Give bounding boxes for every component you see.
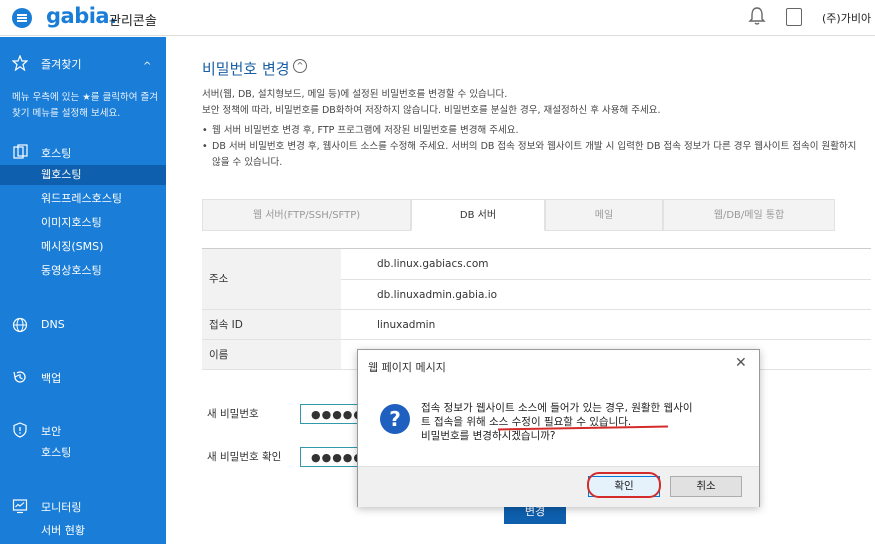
user-name[interactable]: (주)가비아 xyxy=(822,10,871,26)
close-icon[interactable]: ✕ xyxy=(735,355,747,371)
sidebar-item-wordpress-hosting[interactable]: 워드프레스호스팅 xyxy=(0,189,166,209)
chevron-up-icon[interactable]: ^ xyxy=(143,61,151,72)
address-label: 주소 xyxy=(202,249,341,310)
sidebar-item-messaging[interactable]: 메시징(SMS) xyxy=(0,237,166,257)
sidebar-favorites[interactable]: 즐겨찾기 xyxy=(41,56,81,72)
gabia-logo[interactable]: gabia. xyxy=(46,4,117,28)
console-label: 관리콘솔 xyxy=(109,14,157,29)
confirm-password-label: 새 비밀번호 확인 xyxy=(207,451,282,463)
description-line: 보안 정책에 따라, 비밀번호를 DB화하여 저장하지 않습니다. 비밀번호를 … xyxy=(202,105,661,116)
sidebar-item-image-hosting[interactable]: 이미지호스팅 xyxy=(0,213,166,233)
sidebar-item-web-hosting[interactable]: 웹호스팅 xyxy=(0,165,166,185)
shield-icon xyxy=(13,422,27,438)
id-value: linuxadmin xyxy=(341,310,871,340)
document-icon[interactable] xyxy=(786,8,802,26)
bullet-item: • DB 서버 비밀번호 변경 후, 웹사이트 소스를 수정해 주세요. 서버의 … xyxy=(202,141,857,168)
page-title: 비밀번호 변경 xyxy=(202,60,290,78)
backup-icon xyxy=(13,371,26,383)
favorites-note: 메뉴 우측에 있는 ★를 클릭하여 즐겨찾기 메뉴를 설정해 보세요. xyxy=(12,92,158,119)
sidebar-monitoring[interactable]: 모니터링 xyxy=(41,499,81,515)
new-password-label: 새 비밀번호 xyxy=(207,408,259,420)
cancel-button[interactable]: 취소 xyxy=(670,476,742,497)
sidebar-item-video-hosting[interactable]: 동영상호스팅 xyxy=(0,261,166,281)
name-label: 이름 xyxy=(202,340,341,370)
address-value: db.linux.gabiacs.com xyxy=(341,249,871,280)
web-page-message-dialog: 웹 페이지 메시지 ✕ ? 접속 정보가 웹사이트 소스에 들어가 있는 경우,… xyxy=(357,349,760,507)
description-line: 서버(웹, DB, 설치형보드, 메일 등)에 설정된 비밀번호를 변경할 수 … xyxy=(202,89,508,100)
tab-db-server[interactable]: DB 서버 xyxy=(411,199,545,231)
dialog-footer: 확인 취소 xyxy=(358,466,759,507)
confirm-password-input[interactable]: ●●●●●● xyxy=(300,447,364,467)
sidebar-item-security-hosting[interactable]: 호스팅 xyxy=(0,443,166,463)
chevron-up-icon[interactable]: ^ xyxy=(293,59,307,73)
globe-icon xyxy=(12,317,28,333)
top-header: gabia. 관리콘솔 (주)가비아 xyxy=(0,0,875,36)
bell-icon[interactable] xyxy=(748,6,766,26)
sidebar-item-server-status[interactable]: 서버 현황 xyxy=(0,521,166,541)
question-icon: ? xyxy=(380,404,410,434)
tab-web-server[interactable]: 웹 서버(FTP/SSH/SFTP) xyxy=(202,199,411,231)
sidebar-backup[interactable]: 백업 xyxy=(41,370,61,386)
dialog-title: 웹 페이지 메시지 xyxy=(368,361,446,374)
id-label: 접속 ID xyxy=(202,310,341,340)
tab-mail[interactable]: 메일 xyxy=(545,199,663,231)
annotation-circle xyxy=(587,472,661,498)
monitor-icon xyxy=(12,499,28,514)
sidebar-security[interactable]: 보안 xyxy=(41,423,61,439)
address-value: db.linuxadmin.gabia.io xyxy=(341,280,871,310)
hosting-icon xyxy=(13,144,28,159)
star-icon xyxy=(12,55,28,71)
sidebar: 즐겨찾기 ^ 메뉴 우측에 있는 ★를 클릭하여 즐겨찾기 메뉴를 설정해 보세… xyxy=(0,37,166,544)
menu-icon[interactable] xyxy=(12,8,32,28)
tab-combined[interactable]: 웹/DB/메일 통합 xyxy=(663,199,835,231)
sidebar-hosting[interactable]: 호스팅 xyxy=(41,145,71,161)
sidebar-dns[interactable]: DNS xyxy=(41,318,65,331)
bullet-item: • 웹 서버 비밀번호 변경 후, FTP 프로그램에 저장된 비밀번호를 변경해… xyxy=(202,125,519,136)
new-password-input[interactable]: ●●●●●● xyxy=(300,404,364,424)
dialog-message: 접속 정보가 웹사이트 소스에 들어가 있는 경우, 원활한 웹사이 트 접속을… xyxy=(421,402,693,442)
